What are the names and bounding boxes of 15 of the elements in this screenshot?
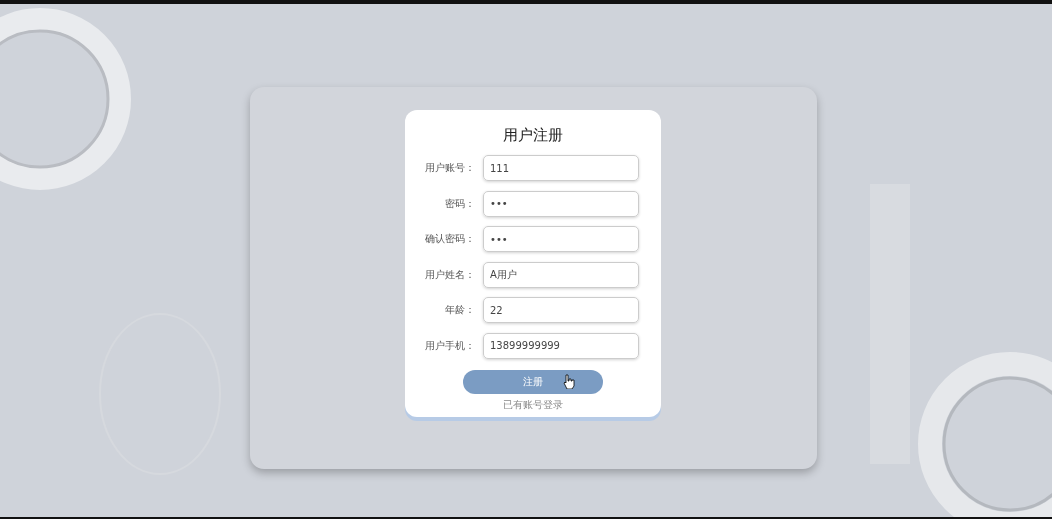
input-field[interactable]: •••: [483, 226, 639, 252]
input-field[interactable]: •••: [483, 190, 639, 217]
input-field[interactable]: 22: [483, 297, 639, 323]
field-label: 用户手机：: [424, 338, 475, 353]
field-label: 年龄：: [444, 303, 475, 317]
input-field[interactable]: 111: [483, 155, 639, 181]
form-title: 用户注册: [503, 126, 563, 145]
field-label: 用户姓名：: [424, 267, 475, 282]
hand-cursor-icon: [563, 374, 575, 389]
field-label: 用户账号：: [424, 161, 475, 175]
field-label: 密码：: [444, 196, 475, 211]
login-link[interactable]: 已有账号登录: [503, 398, 563, 412]
field-label: 确认密码：: [424, 232, 475, 246]
input-field[interactable]: A用户: [483, 261, 639, 288]
input-field[interactable]: 13899999999: [483, 332, 639, 359]
